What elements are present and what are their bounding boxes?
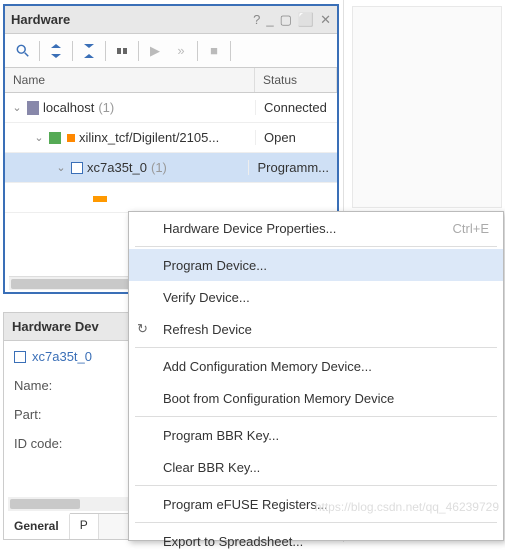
menu-item-label: Clear BBR Key... <box>163 460 260 475</box>
menu-item-label: Hardware Device Properties... <box>163 221 336 236</box>
menu-item-label: Program BBR Key... <box>163 428 279 443</box>
device-name: xc7a35t_0 <box>32 349 92 364</box>
chevron-down-icon[interactable]: ⌄ <box>55 161 67 174</box>
menu-item[interactable]: Hardware Device Properties... Ctrl+E <box>129 212 503 244</box>
tree-item-label: xc7a35t_0 <box>87 160 147 175</box>
menu-separator <box>135 246 497 247</box>
collapse-all-icon[interactable] <box>44 39 68 63</box>
column-name[interactable]: Name <box>5 68 255 92</box>
menu-separator <box>135 416 497 417</box>
tree-row[interactable] <box>5 183 337 213</box>
close-icon[interactable]: ✕ <box>320 12 331 28</box>
chevron-down-icon[interactable]: ⌄ <box>33 131 45 144</box>
tree-row[interactable]: ⌄xc7a35t_0 (1)Programm... <box>5 153 337 183</box>
chip-icon <box>14 351 26 363</box>
menu-item[interactable]: Add Configuration Memory Device... <box>129 350 503 382</box>
menu-item[interactable]: Verify Device... <box>129 281 503 313</box>
menu-item-label: Refresh Device <box>163 322 252 337</box>
expand-all-icon[interactable] <box>77 39 101 63</box>
tcf-icon <box>49 132 61 144</box>
run-icon[interactable]: ▶ <box>143 39 167 63</box>
panel-header: Hardware ? _ ▢ ⬜ ✕ <box>5 6 337 34</box>
table-header: Name Status <box>5 68 337 93</box>
menu-item-label: Verify Device... <box>163 290 250 305</box>
tree-body: ⌄localhost (1)Connected⌄xilinx_tcf/Digil… <box>5 93 337 213</box>
menu-item-label: Program Device... <box>163 258 267 273</box>
core-icon <box>93 196 107 202</box>
menu-item[interactable]: Program Device... <box>129 249 503 281</box>
menu-separator <box>135 485 497 486</box>
menu-separator <box>135 347 497 348</box>
menu-item[interactable]: Export to Spreadsheet... <box>129 525 503 557</box>
stop-icon[interactable]: ■ <box>202 39 226 63</box>
menu-item-label: Export to Spreadsheet... <box>163 534 303 549</box>
column-status[interactable]: Status <box>255 68 337 92</box>
tree-item-status: Programm... <box>248 160 337 175</box>
minimize-icon[interactable]: _ <box>266 12 273 28</box>
menu-item[interactable]: Program BBR Key... <box>129 419 503 451</box>
chip-icon <box>71 162 83 174</box>
tab-general[interactable]: General <box>4 513 70 539</box>
tree-row[interactable]: ⌄ xilinx_tcf/Digilent/2105... Open <box>5 123 337 153</box>
watermark: https://blog.csdn.net/qq_46239729 <box>315 500 499 514</box>
menu-item-label: Program eFUSE Registers... <box>163 497 328 512</box>
server-icon <box>27 101 39 115</box>
restore-icon[interactable]: ▢ <box>280 12 292 28</box>
toolbar: ▶ » ■ <box>5 34 337 68</box>
search-icon[interactable] <box>11 39 35 63</box>
tree-item-label: localhost <box>43 100 94 115</box>
step-icon[interactable]: » <box>169 39 193 63</box>
menu-item-label: Add Configuration Memory Device... <box>163 359 372 374</box>
tree-item-status: Open <box>255 130 337 145</box>
menu-item-label: Boot from Configuration Memory Device <box>163 391 394 406</box>
menu-item[interactable]: ↻ Refresh Device <box>129 313 503 345</box>
tree-item-status: Connected <box>255 100 337 115</box>
menu-item[interactable]: Clear BBR Key... <box>129 451 503 483</box>
help-icon[interactable]: ? <box>253 12 260 28</box>
auto-connect-icon[interactable] <box>110 39 134 63</box>
refresh-icon: ↻ <box>137 321 148 337</box>
chevron-down-icon[interactable]: ⌄ <box>11 101 23 114</box>
maximize-icon[interactable]: ⬜ <box>298 12 314 28</box>
panel-title: Hardware <box>11 12 70 27</box>
menu-shortcut: Ctrl+E <box>453 221 489 236</box>
menu-separator <box>135 522 497 523</box>
tree-item-label: xilinx_tcf/Digilent/2105... <box>79 130 219 145</box>
context-menu: Hardware Device Properties... Ctrl+E Progr… <box>128 211 504 541</box>
tab-other[interactable]: P <box>70 514 99 539</box>
tree-row[interactable]: ⌄localhost (1)Connected <box>5 93 337 123</box>
menu-item[interactable]: Boot from Configuration Memory Device <box>129 382 503 414</box>
